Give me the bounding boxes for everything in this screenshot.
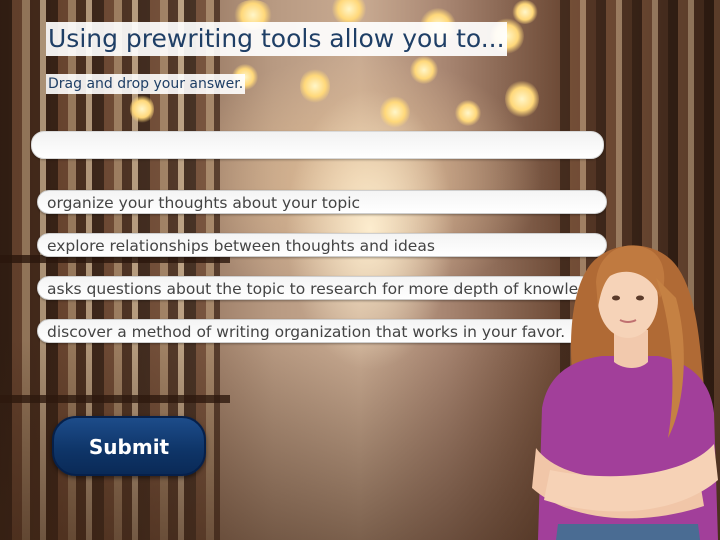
answer-option-3[interactable]: asks questions about the topic to resear… — [37, 276, 612, 300]
answer-option-1[interactable]: organize your thoughts about your topic — [37, 190, 607, 214]
answer-option-2[interactable]: explore relationships between thoughts a… — [37, 233, 607, 257]
question-instruction: Drag and drop your answer. — [46, 74, 246, 94]
answer-option-4[interactable]: discover a method of writing organizatio… — [37, 319, 585, 343]
answer-drop-target[interactable] — [31, 131, 604, 159]
student-illustration — [532, 245, 718, 540]
question-title: Using prewriting tools allow you to... — [46, 22, 507, 56]
submit-button[interactable]: Submit — [52, 416, 206, 476]
left-shelf-board-2 — [0, 395, 230, 403]
jeans — [556, 524, 700, 540]
